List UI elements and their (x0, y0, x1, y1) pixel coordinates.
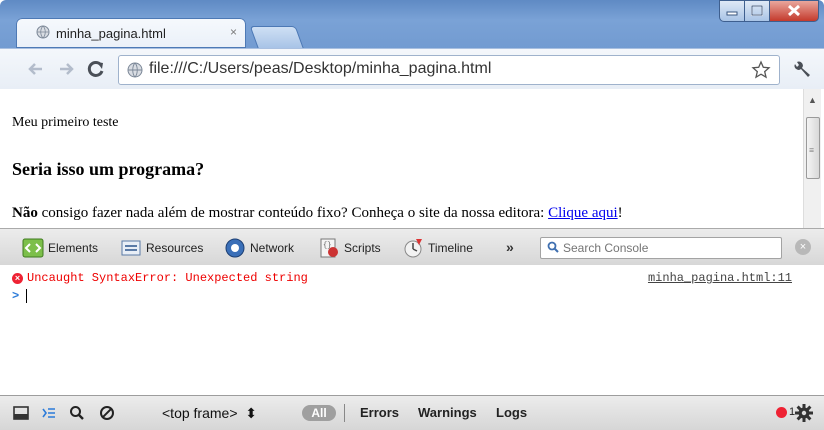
tab-timeline[interactable]: Timeline (402, 237, 473, 259)
page-paragraph-2: Não consigo fazer nada além de mostrar c… (12, 205, 623, 222)
console-error-message: × Uncaught SyntaxError: Unexpected strin… (12, 271, 308, 285)
new-tab-button[interactable] (249, 26, 305, 50)
browser-window: minha_pagina.html × file:///C:/Users/pea… (0, 0, 824, 430)
timeline-icon (404, 239, 422, 258)
tab-elements-label: Elements (48, 241, 99, 255)
page-paragraph-1: Meu primeiro teste (12, 115, 119, 130)
clear-console-icon[interactable] (98, 404, 116, 422)
filter-divider (344, 404, 345, 422)
tab-close-icon[interactable]: × (230, 25, 237, 39)
forward-icon[interactable] (56, 59, 76, 79)
error-source-link[interactable]: minha_pagina.html:11 (648, 271, 792, 285)
frame-selector[interactable]: <top frame> ⬍ (162, 405, 257, 422)
page-globe-icon (36, 25, 50, 39)
tab-elements[interactable]: Elements (22, 237, 98, 259)
reload-icon[interactable] (86, 59, 106, 79)
console-prompt-icon: > (12, 289, 20, 303)
clear-search-icon[interactable]: × (795, 239, 811, 255)
page-scrollbar[interactable]: ▲ ≡ (803, 89, 821, 228)
tab-title: minha_pagina.html (56, 26, 166, 41)
tab-resources[interactable]: Resources (120, 237, 203, 259)
filter-errors-button[interactable]: Errors (360, 405, 399, 420)
web-page: Meu primeiro teste Seria isso um program… (0, 89, 824, 228)
window-close-button[interactable] (769, 0, 819, 22)
tab-minha-pagina[interactable]: minha_pagina.html × (16, 18, 246, 48)
inspect-search-icon[interactable] (68, 404, 86, 422)
network-icon (225, 238, 245, 258)
minimize-button[interactable] (719, 0, 745, 22)
filter-logs-button[interactable]: Logs (496, 405, 527, 420)
error-text: Uncaught SyntaxError: Unexpected string (27, 271, 308, 285)
url-text[interactable]: file:///C:/Users/peas/Desktop/minha_pagi… (149, 60, 491, 78)
paragraph-text: consigo fazer nada além de mostrar conte… (37, 205, 549, 221)
address-bar[interactable]: file:///C:/Users/peas/Desktop/minha_pagi… (118, 55, 780, 85)
more-panels-button[interactable]: » (506, 239, 514, 255)
close-icon (787, 4, 801, 17)
search-icon (547, 241, 559, 253)
back-icon[interactable] (26, 59, 46, 79)
filter-warnings-button[interactable]: Warnings (418, 405, 477, 420)
tab-scripts-label: Scripts (344, 241, 381, 255)
tab-scripts[interactable]: {} Scripts (318, 237, 381, 259)
console-input-caret[interactable] (26, 289, 27, 303)
error-count-badge[interactable]: 1 (776, 406, 795, 418)
tab-network[interactable]: Network (224, 237, 294, 259)
minimize-icon (726, 11, 738, 16)
resources-icon (121, 240, 141, 256)
tab-timeline-label: Timeline (428, 241, 473, 255)
clique-aqui-link[interactable]: Clique aqui (548, 205, 618, 221)
tab-resources-label: Resources (146, 241, 204, 255)
search-console-input[interactable] (561, 240, 775, 256)
tab-network-label: Network (250, 241, 295, 255)
error-count-icon (776, 406, 787, 418)
maximize-button[interactable] (744, 0, 770, 22)
gear-icon[interactable] (794, 403, 814, 423)
paragraph-bold-word: Não (12, 205, 38, 221)
scroll-grip-icon: ≡ (809, 145, 815, 155)
page-info-icon[interactable] (127, 62, 143, 78)
bookmark-star-icon[interactable] (751, 60, 771, 80)
wrench-menu-icon[interactable] (790, 58, 814, 82)
error-icon: × (12, 272, 23, 284)
frame-selector-arrows-icon: ⬍ (245, 405, 258, 421)
filter-all-button[interactable]: All (302, 405, 336, 421)
devtools-panel-bar: Elements Resources Network {} Scripts Ti… (0, 228, 824, 266)
browser-toolbar: file:///C:/Users/peas/Desktop/minha_pagi… (0, 48, 824, 90)
frame-selector-label: <top frame> (162, 405, 238, 421)
dock-icon[interactable] (12, 404, 30, 422)
page-heading: Seria isso um programa? (12, 159, 205, 179)
devtools-status-bar: <top frame> ⬍ All Errors Warnings Logs 1 (0, 395, 824, 430)
elements-icon (22, 238, 44, 258)
console-drawer-icon[interactable] (40, 404, 58, 422)
console-search-box[interactable] (540, 237, 782, 259)
console-output[interactable]: × Uncaught SyntaxError: Unexpected strin… (0, 265, 824, 395)
paragraph-end: ! (617, 205, 623, 221)
maximize-icon (751, 5, 763, 16)
scroll-up-icon[interactable]: ▲ (808, 95, 817, 105)
scripts-icon: {} (320, 238, 338, 258)
